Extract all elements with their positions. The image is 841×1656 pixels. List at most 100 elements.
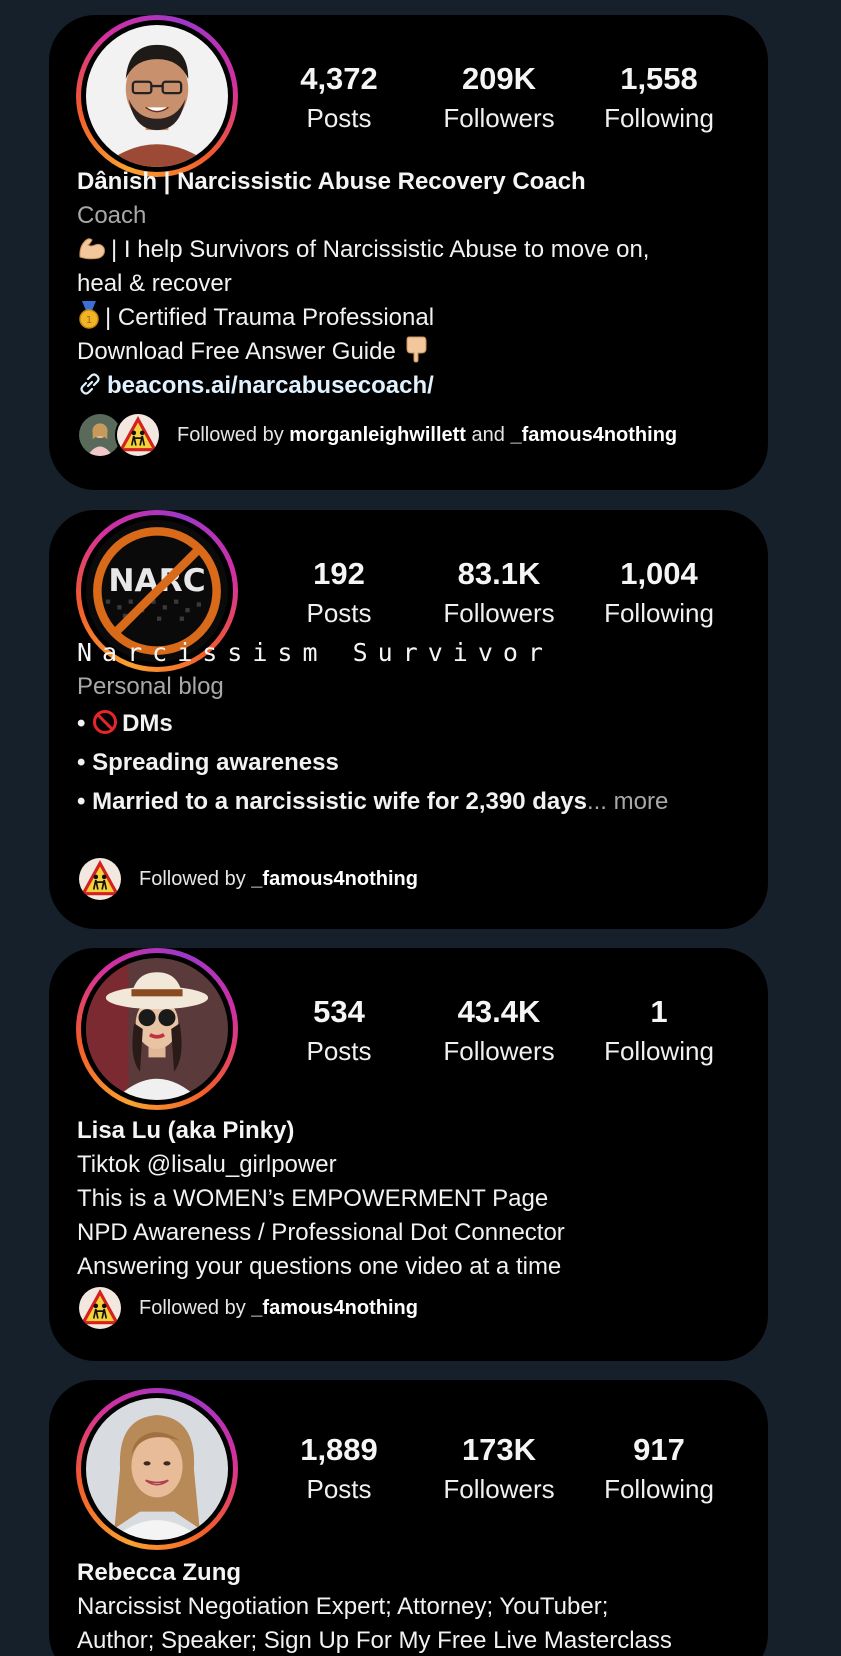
mutual-avatars [77, 1285, 123, 1331]
following-stat[interactable]: 1,558 Following [579, 59, 739, 137]
bio-line: • DMs [77, 704, 757, 743]
mutual-avatar-famous4nothing [77, 856, 123, 902]
profile-category: Personal blog [77, 673, 224, 700]
posts-stat[interactable]: 1,889 Posts [259, 1430, 419, 1508]
posts-stat[interactable]: 4,372 Posts [259, 59, 419, 137]
profile-name: Narcissism Survivor [77, 638, 553, 667]
posts-stat[interactable]: 192 Posts [259, 554, 419, 632]
following-count: 1,004 [620, 556, 698, 591]
profile-bio: Dânish | Narcissistic Abuse Recovery Coa… [77, 165, 757, 403]
mutual-avatars [77, 856, 123, 902]
profile-card-lisa-lu: 534 Posts 43.4K Followers 1 Following Li… [49, 948, 768, 1361]
posts-count: 1,889 [300, 1432, 378, 1467]
profile-name: Lisa Lu (aka Pinky) [77, 1117, 295, 1144]
bio-line: 1 | Certified Trauma Professional [77, 301, 757, 335]
prohibited-emoji [93, 710, 118, 734]
profile-avatar[interactable] [76, 15, 238, 177]
svg-text:1: 1 [86, 315, 92, 326]
profile-avatar[interactable] [76, 948, 238, 1110]
posts-stat[interactable]: 534 Posts [259, 992, 419, 1070]
followed-by-text: Followed by _famous4nothing [139, 1296, 418, 1319]
followers-stat[interactable]: 43.4K Followers [419, 992, 579, 1070]
profile-card-narcissism-survivor: NARC 192 Posts 83.1K Followers 1,004 Fol… [49, 510, 768, 929]
posts-label: Posts [306, 1474, 372, 1504]
followed-by-row[interactable]: Followed by _famous4nothing [77, 856, 418, 902]
following-stat[interactable]: 1 Following [579, 992, 739, 1070]
following-label: Following [604, 1036, 714, 1066]
bio-line: Tiktok @lisalu_girlpower [77, 1151, 337, 1178]
bio-line: This is a WOMEN’s EMPOWERMENT Page [77, 1185, 549, 1212]
more-link[interactable]: more [614, 788, 669, 815]
posts-label: Posts [306, 103, 372, 133]
following-count: 1 [650, 994, 668, 1029]
bio-text: Spreading awareness [92, 749, 339, 776]
profile-name: Dânish | Narcissistic Abuse Recovery Coa… [77, 168, 586, 195]
posts-count: 192 [313, 556, 365, 591]
following-count: 1,558 [620, 61, 698, 96]
following-stat[interactable]: 1,004 Following [579, 554, 739, 632]
following-label: Following [604, 598, 714, 628]
followers-label: Followers [443, 1474, 555, 1504]
profile-bio: Lisa Lu (aka Pinky) Tiktok @lisalu_girlp… [77, 1114, 757, 1284]
followers-stat[interactable]: 209K Followers [419, 59, 579, 137]
followers-label: Followers [443, 103, 555, 133]
bio-line: | I help Survivors of Narcissistic Abuse… [77, 233, 757, 267]
profile-bio: Narcissism Survivor Personal blog • DMs … [77, 636, 757, 821]
bio-text: Married to a narcissistic wife for 2,390… [92, 788, 587, 815]
bio-line: Download Free Answer Guide [77, 335, 757, 369]
profile-card-rebecca-zung: 1,889 Posts 173K Followers 917 Following… [49, 1380, 768, 1656]
followers-count: 43.4K [457, 994, 541, 1029]
profile-photo-man [86, 25, 228, 167]
mutual-avatars [77, 412, 161, 458]
link-text: beacons.ai/narcabusecoach/ [107, 372, 434, 399]
followers-label: Followers [443, 598, 555, 628]
profile-photo-woman-blonde [86, 1398, 228, 1540]
mutual-avatar-famous4nothing [115, 412, 161, 458]
bullet: • [77, 710, 86, 737]
bio-text: Download Free Answer Guide [77, 338, 396, 365]
medal-emoji: 1 [79, 301, 99, 329]
posts-label: Posts [306, 1036, 372, 1066]
profile-bio: Rebecca Zung Narcissist Negotiation Expe… [77, 1556, 757, 1656]
followed-by-row[interactable]: Followed by morganleighwillett and _famo… [77, 412, 677, 458]
bio-text: | Certified Trauma Professional [105, 304, 435, 331]
profile-avatar[interactable] [76, 1388, 238, 1550]
bio-line: Narcissist Negotiation Expert; Attorney;… [77, 1593, 609, 1620]
profile-category: Coach [77, 202, 147, 229]
bio-line: Answering your questions one video at a … [77, 1253, 562, 1280]
profile-stats: 534 Posts 43.4K Followers 1 Following [259, 992, 749, 1082]
bio-line: heal & recover [77, 270, 232, 297]
following-stat[interactable]: 917 Following [579, 1430, 739, 1508]
followers-count: 173K [461, 1432, 537, 1467]
bullet: • [77, 749, 86, 776]
followers-label: Followers [443, 1036, 555, 1066]
bio-text: DMs [122, 710, 173, 737]
bio-line: NPD Awareness / Professional Dot Connect… [77, 1219, 565, 1246]
followed-by-row[interactable]: Followed by _famous4nothing [77, 1285, 418, 1331]
profile-stats: 1,889 Posts 173K Followers 917 Following [259, 1430, 749, 1520]
following-label: Following [604, 1474, 714, 1504]
following-count: 917 [633, 1432, 685, 1467]
flexed-biceps-emoji [79, 238, 105, 260]
profile-stats: 192 Posts 83.1K Followers 1,004 Followin… [259, 554, 749, 644]
profile-name: Rebecca Zung [77, 1559, 242, 1586]
posts-count: 534 [313, 994, 365, 1029]
posts-count: 4,372 [300, 61, 378, 96]
pointing-down-emoji [406, 336, 427, 363]
followers-stat[interactable]: 173K Followers [419, 1430, 579, 1508]
followed-by-text: Followed by morganleighwillett and _famo… [177, 423, 678, 446]
followers-count: 83.1K [457, 556, 541, 591]
bio-text: | I help Survivors of Narcissistic Abuse… [111, 236, 650, 263]
bullet: • [77, 788, 86, 815]
bio-line: • Married to a narcissistic wife for 2,3… [77, 782, 757, 821]
profile-photo-woman-hat [86, 958, 228, 1100]
ellipsis: ... [586, 788, 607, 815]
bio-line: Author; Speaker; Sign Up For My Free Liv… [77, 1627, 672, 1654]
followers-stat[interactable]: 83.1K Followers [419, 554, 579, 632]
following-label: Following [604, 103, 714, 133]
followed-by-text: Followed by _famous4nothing [139, 867, 418, 890]
bio-line: • Spreading awareness [77, 743, 757, 782]
profile-stats: 4,372 Posts 209K Followers 1,558 Followi… [259, 59, 749, 149]
profile-link[interactable]: beacons.ai/narcabusecoach/ [77, 369, 757, 403]
profile-card-danish: 4,372 Posts 209K Followers 1,558 Followi… [49, 15, 768, 490]
